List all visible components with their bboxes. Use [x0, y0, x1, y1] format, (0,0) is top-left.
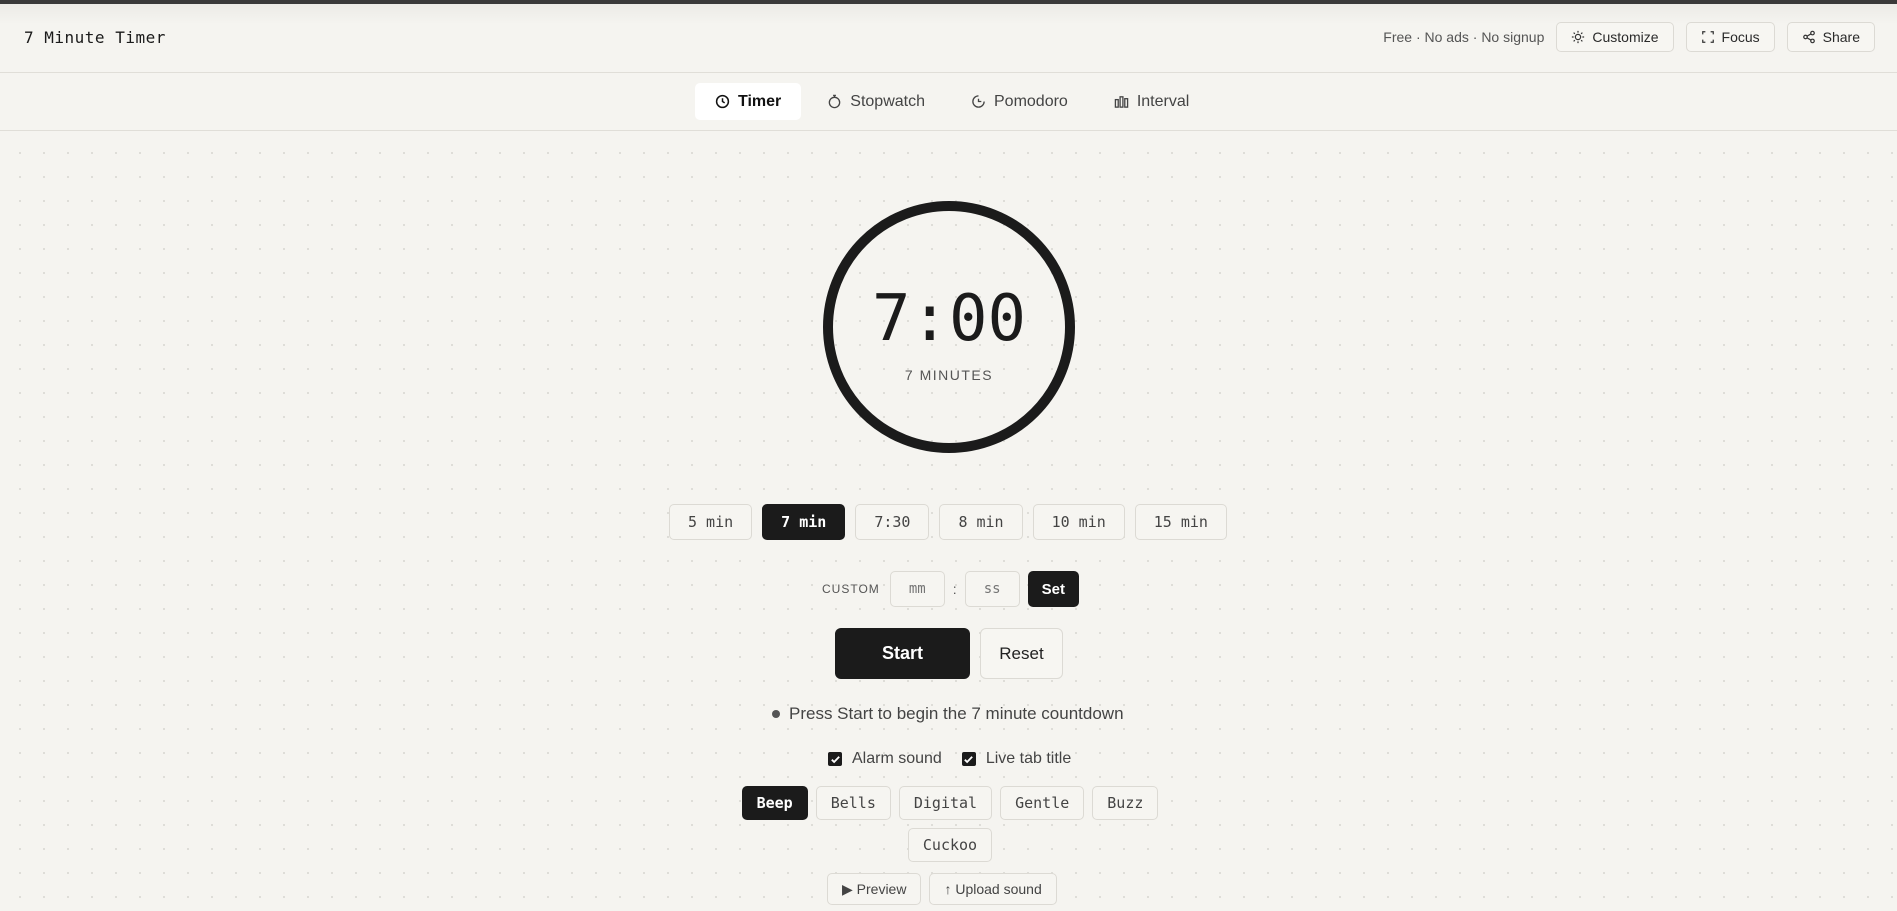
preset-10-min[interactable]: 10 min [1032, 504, 1125, 540]
timer-actions: Start Reset [835, 628, 1063, 679]
tab-pomodoro-label: Pomodoro [994, 92, 1068, 110]
preset-8-min[interactable]: 8 min [939, 504, 1023, 540]
minutes-input[interactable] [889, 571, 945, 607]
alarm-sound-checkbox[interactable] [828, 752, 842, 766]
timer-dial: 7:00 7 MINUTES [823, 201, 1075, 453]
customize-button[interactable]: Customize [1556, 22, 1674, 52]
tab-stopwatch-label: Stopwatch [850, 92, 925, 110]
header-actions: Free · No ads · No signup Customize Focu… [1383, 22, 1875, 52]
time-subtitle: 7 MINUTES [904, 367, 994, 383]
sound-actions: ▶ Preview ↑ Upload sound [827, 873, 1057, 905]
app-header: 7 Minute Timer Free · No ads · No signup… [0, 4, 1897, 73]
time-display: 7:00 [871, 282, 1027, 356]
pomodoro-icon [972, 95, 985, 108]
alarm-sound-label: Alarm sound [852, 750, 942, 767]
sound-beep[interactable]: Beep [741, 786, 808, 820]
tab-pomodoro[interactable]: Pomodoro [951, 83, 1088, 120]
preset-5-min[interactable]: 5 min [669, 504, 753, 540]
preview-button[interactable]: ▶ Preview [827, 873, 922, 905]
start-button[interactable]: Start [835, 628, 970, 679]
check-icon [830, 755, 840, 763]
tab-interval[interactable]: Interval [1094, 83, 1209, 120]
preset-7-min[interactable]: 7 min [762, 504, 846, 540]
customize-label: Customize [1592, 29, 1659, 45]
focus-button[interactable]: Focus [1685, 22, 1775, 52]
focus-label: Focus [1721, 29, 1760, 45]
custom-time: CUSTOM : Set [822, 571, 1080, 607]
time-separator: : [952, 581, 957, 597]
share-button[interactable]: Share [1786, 22, 1875, 52]
bars-icon [1114, 96, 1129, 108]
sound-picker: Beep Bells Digital Gentle Buzz Cuckoo [738, 786, 1162, 862]
share-icon [1802, 30, 1815, 44]
live-tab-title-checkbox[interactable] [961, 752, 976, 766]
custom-label: CUSTOM [822, 582, 880, 596]
live-tab-title-label: Live tab title [985, 750, 1072, 767]
tagline: Free · No ads · No signup [1383, 29, 1545, 45]
set-button[interactable]: Set [1027, 571, 1080, 607]
timer-panel: 7:00 7 MINUTES 5 min 7 min 7:30 8 min 10… [0, 131, 1897, 911]
check-icon [964, 755, 974, 763]
preset-15-min[interactable]: 15 min [1134, 504, 1227, 540]
sound-gentle[interactable]: Gentle [1000, 786, 1085, 820]
tab-stopwatch[interactable]: Stopwatch [807, 83, 945, 120]
app-title: 7 Minute Timer [24, 28, 166, 47]
sun-icon [1572, 30, 1585, 44]
sound-buzz[interactable]: Buzz [1092, 786, 1159, 820]
tab-timer-label: Timer [738, 92, 782, 110]
clock-icon [715, 94, 730, 109]
sound-cuckoo[interactable]: Cuckoo [907, 828, 993, 862]
mode-tabs: Timer Stopwatch Pomodoro Interval [0, 73, 1897, 131]
reset-button[interactable]: Reset [980, 628, 1063, 679]
share-label: Share [1822, 29, 1860, 45]
status-dot-icon [772, 710, 780, 718]
live-tab-title-option[interactable]: Live tab title [961, 750, 1072, 768]
status-text: Press Start to begin the 7 minute countd… [789, 704, 1124, 723]
seconds-input[interactable] [964, 571, 1020, 607]
stopwatch-icon [828, 94, 841, 109]
preset-group: 5 min 7 min 7:30 8 min 10 min 15 min [669, 504, 1227, 540]
upload-sound-button[interactable]: ↑ Upload sound [929, 873, 1057, 905]
preset-7-30[interactable]: 7:30 [855, 504, 930, 540]
sound-bells[interactable]: Bells [815, 786, 891, 820]
status-message: Press Start to begin the 7 minute countd… [772, 704, 1124, 724]
expand-icon [1701, 31, 1714, 43]
sound-digital[interactable]: Digital [898, 786, 993, 820]
options: Alarm sound Live tab title [828, 750, 1071, 768]
tab-timer[interactable]: Timer [695, 83, 802, 120]
tab-interval-label: Interval [1136, 92, 1190, 110]
alarm-sound-option[interactable]: Alarm sound [828, 750, 942, 768]
